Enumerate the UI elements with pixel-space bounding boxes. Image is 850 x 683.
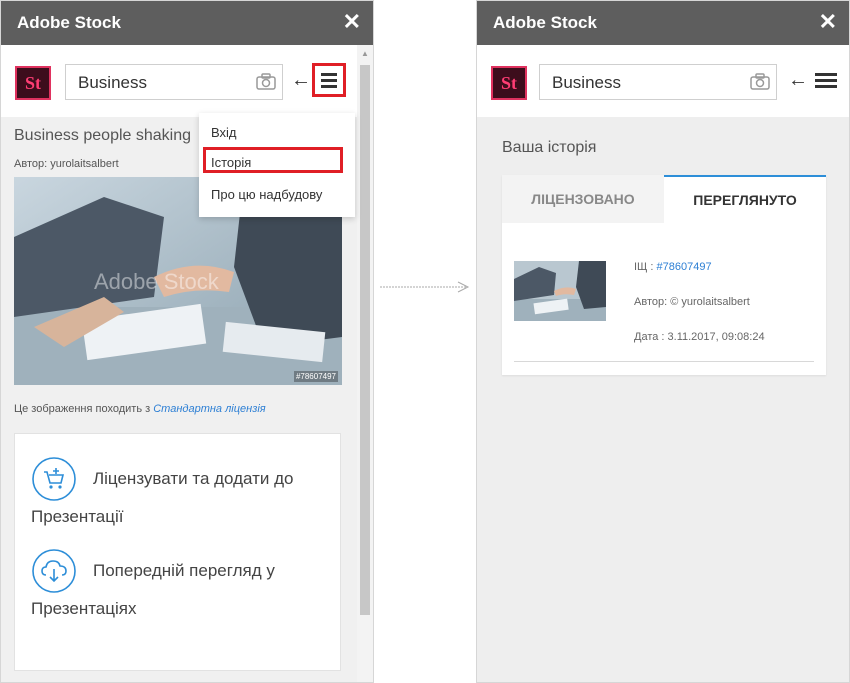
camera-icon[interactable] (256, 73, 276, 91)
action-label-1-cont: Презентації (31, 507, 124, 526)
close-icon[interactable]: ✕ (819, 9, 837, 35)
history-id: ІЩ : #78607497 (634, 261, 712, 273)
hamburger-menu-icon[interactable] (809, 63, 843, 97)
tab-licensed[interactable]: ЛІЦЕНЗОВАНО (502, 175, 664, 223)
license-prefix: Це зображення походить з (14, 403, 151, 415)
menu-dropdown: Вхід Історія Про цю надбудову (199, 113, 355, 217)
history-card: ЛІЦЕНЗОВАНО ПЕРЕГЛЯНУТО ІЩ : #78607497 А… (502, 175, 826, 375)
titlebar: Adobe Stock ✕ (1, 1, 373, 45)
panel-title: Adobe Stock (493, 13, 597, 32)
close-icon[interactable]: ✕ (343, 9, 361, 35)
adobe-stock-logo: St (491, 66, 527, 100)
menu-item-about[interactable]: Про цю надбудову (211, 187, 322, 202)
image-author: Автор: yurolaitsalbert (14, 158, 119, 170)
left-panel: Adobe Stock ✕ St Business ← ▲ Business p… (0, 0, 374, 683)
watermark: Adobe Stock (94, 269, 220, 294)
hamburger-menu-icon[interactable] (312, 63, 346, 97)
action-label-2-cont: Презентаціях (31, 599, 137, 618)
menu-item-history[interactable]: Історія (211, 155, 251, 170)
panel-title: Adobe Stock (17, 13, 121, 32)
image-title: Business people shaking (14, 127, 192, 144)
cart-plus-icon (32, 457, 76, 501)
action-label-2: Попередній перегляд у (93, 561, 275, 580)
license-line: Це зображення походить з Стандартна ліце… (14, 403, 266, 415)
image-id-tag: #78607497 (293, 371, 338, 382)
actions-card: Ліцензувати та додати до Презентації Поп… (14, 433, 341, 671)
action-label-1: Ліцензувати та додати до (93, 469, 294, 488)
arrow-left-icon[interactable]: ← (788, 69, 808, 92)
standard-license-link[interactable]: Стандартна ліцензія (153, 403, 265, 415)
history-heading: Ваша історія (502, 139, 597, 156)
scrollbar-thumb[interactable] (360, 65, 370, 615)
toolbar: St Business ← (1, 45, 373, 117)
camera-icon[interactable] (750, 73, 770, 91)
adobe-stock-logo: St (15, 66, 51, 100)
search-value: Business (78, 73, 147, 92)
right-panel: Adobe Stock ✕ St Business ← Ваша історія… (476, 0, 850, 683)
arrow-left-icon[interactable]: ← (291, 69, 311, 92)
scrollbar[interactable]: ▲ (357, 45, 373, 682)
search-input[interactable]: Business (539, 64, 777, 100)
history-date: Дата : 3.11.2017, 09:08:24 (634, 331, 765, 343)
history-author: Автор: © yurolaitsalbert (634, 296, 750, 308)
image-id-link[interactable]: #78607497 (657, 261, 712, 273)
history-thumbnail[interactable] (514, 261, 606, 321)
tab-viewed[interactable]: ПЕРЕГЛЯНУТО (664, 175, 826, 223)
search-value: Business (552, 73, 621, 92)
scroll-up-icon[interactable]: ▲ (361, 49, 369, 58)
transition-arrow-icon (380, 281, 470, 293)
toolbar: St Business ← (477, 45, 849, 117)
cloud-download-icon (32, 549, 76, 593)
id-label: ІЩ : (634, 261, 654, 273)
search-input[interactable]: Business (65, 64, 283, 100)
divider (514, 361, 814, 362)
titlebar: Adobe Stock ✕ (477, 1, 849, 45)
handshake-thumbnail (514, 261, 606, 321)
menu-item-login[interactable]: Вхід (211, 125, 237, 140)
